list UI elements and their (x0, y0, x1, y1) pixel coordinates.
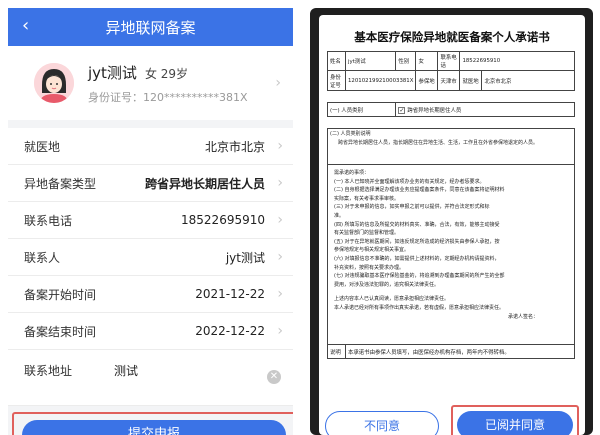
region-label: 参保地 (415, 70, 439, 91)
row-label: 联系人 (24, 250, 61, 265)
section-b-text: 跨省异地长期居住人员，指长期居住在异地生活、生活，工作且在外省参保地退定的人员。 (338, 139, 539, 146)
chevron-right-icon: › (277, 323, 283, 339)
chevron-right-icon: › (275, 75, 281, 91)
right-phone-screen: 基本医疗保险异地就医备案个人承诺书 姓名 jyt测试 性别 女 联系电话 185… (310, 8, 593, 435)
row-end-date[interactable]: 备案结束时间 2022-12-22 › (8, 313, 293, 350)
promise-line: (五) 对于在异地就医期间，如违反规定所造成的经济损失由参保人承担，按 (334, 238, 500, 245)
row-value: 北京市北京 (204, 139, 265, 154)
closing-line: 本人承诺已经对所有事项作出真实承诺，若有虚假，愿意承担相应法律责任。 (334, 304, 505, 311)
id-label: 身份证号 (327, 70, 346, 91)
section-b-label: (二) 人员类别说明 (330, 131, 371, 137)
promise-line: 费用，对涉及违法犯罪的，追究相关法律责任。 (334, 281, 440, 288)
row-label: 备案结束时间 (24, 324, 97, 339)
document-title: 基本医疗保险异地就医备案个人承诺书 (354, 30, 550, 44)
section-a-option[interactable]: ✓ 跨省异地长期居住人员 (395, 102, 575, 117)
row-treatment-place[interactable]: 就医地 北京市北京 › (8, 128, 293, 165)
agree-highlight: 已阅并同意 (451, 405, 579, 435)
promise-line: (三) 对于未申报的信息，如实申报之前可以提供，并符合法定形式和标 (334, 204, 490, 211)
left-phone-screen: ‹ 异地联网备案 jyt测试 女 29岁 身份证号：120**********3… (8, 8, 293, 435)
promise-line: (六) 对填报信息不准确的，如需提供上述材料的，定期经办机构请提资料， (334, 255, 500, 262)
gender-value: 女 (415, 51, 439, 71)
submit-highlight: 提交申报 (12, 412, 293, 435)
name-label: 姓名 (327, 51, 346, 71)
row-value: jyt测试 (225, 250, 265, 265)
id-label: 身份证号： (88, 90, 143, 104)
promise-document: 基本医疗保险异地就医备案个人承诺书 姓名 jyt测试 性别 女 联系电话 185… (319, 15, 585, 435)
promise-line: 实际案，有关考事求事审核。 (334, 195, 400, 202)
row-value: 18522695910 (181, 213, 265, 227)
profile-card[interactable]: jyt测试 女 29岁 身份证号：120**********381X › (8, 46, 293, 120)
promise-table: 姓名 jyt测试 性别 女 联系电话 18522695910 身份证号 1201… (326, 51, 575, 359)
promise-line: 准。 (334, 212, 345, 219)
address-input[interactable]: 测试 (114, 362, 138, 379)
row-label: 联系电话 (24, 213, 73, 228)
row-label: 联系地址 (24, 364, 73, 378)
row-label: 异地备案类型 (24, 176, 97, 191)
row-contact-address[interactable]: 联系地址 测试 ✕ (8, 350, 293, 406)
avatar (34, 63, 74, 103)
chevron-right-icon: › (277, 212, 283, 228)
name-value: jyt测试 (344, 51, 397, 71)
gender-label: 性别 (395, 51, 417, 71)
checkbox-checked-icon[interactable]: ✓ (398, 106, 406, 114)
closing-line: 上述内容本人已认真阅读，愿意承担相应法律责任。 (334, 296, 450, 303)
page-title: 异地联网备案 (105, 18, 196, 37)
promise-line: (四) 所填写的信息及所提交的材料真实、准确，合法，有效，能够主动接受 (334, 221, 500, 228)
submit-button[interactable]: 提交申报 (22, 420, 286, 435)
promise-line: 补充资料，按照有关要求办理。 (334, 264, 405, 271)
row-contact-person[interactable]: 联系人 jyt测试 › (8, 239, 293, 276)
footer-text: 本承诺书由参保人员填写，由医保经办机构存档，两年内不得转档。 (345, 344, 575, 359)
promise-line: 参保地规定与相关规定相关事宜。 (334, 247, 410, 254)
id-number: 120**********381X (143, 90, 248, 104)
row-value: 2021-12-22 (195, 287, 265, 301)
row-label: 备案开始时间 (24, 287, 97, 302)
promise-line: 有关监督部门的监督和管理。 (334, 230, 400, 237)
region-value: 天津市 (437, 70, 461, 91)
section-a-label: (一) 人员类别 (326, 102, 397, 117)
header-bar: ‹ 异地联网备案 (8, 8, 293, 46)
row-start-date[interactable]: 备案开始时间 2021-12-22 › (8, 276, 293, 313)
chevron-right-icon: › (277, 286, 283, 302)
promise-line: (二) 自身根据选择满足办理该业务应提理备案条件，同意在该备案将证明材料 (334, 187, 505, 194)
phone-value: 18522695910 (459, 51, 575, 71)
agree-button[interactable]: 已阅并同意 (457, 411, 573, 435)
signature-label: 承诺人签名： (507, 313, 538, 320)
action-bar: 不同意 已阅并同意 (319, 405, 585, 435)
place-label: 就医地 (459, 70, 483, 91)
promise-line: (一) 本人已知晓并全面理解该项办业务的有关规定，经办者惩要求。 (334, 178, 485, 185)
place-value: 北京市北京 (481, 70, 575, 91)
chevron-right-icon: › (277, 138, 283, 154)
promise-line: (七) 对违规骗取基本医疗保险基金的，将追溯到办理备案期间的所产生的全部 (334, 273, 505, 280)
clear-icon[interactable]: ✕ (267, 370, 281, 384)
phone-label: 联系电话 (437, 51, 461, 71)
filing-form: 就医地 北京市北京 › 异地备案类型 跨省异地长期居住人员 › 联系电话 185… (8, 128, 293, 406)
row-contact-phone[interactable]: 联系电话 18522695910 › (8, 202, 293, 239)
profile-gender-age: 女 29岁 (144, 66, 189, 81)
row-filing-type[interactable]: 异地备案类型 跨省异地长期居住人员 › (8, 165, 293, 202)
chevron-right-icon: › (277, 249, 283, 265)
promise-title: 需承诺的事项： (334, 170, 370, 176)
chevron-right-icon: › (277, 175, 283, 191)
footer-label: 说明 (327, 344, 346, 359)
chevron-left-icon[interactable]: ‹ (22, 15, 29, 36)
disagree-button[interactable]: 不同意 (325, 411, 439, 435)
row-value: 2022-12-22 (195, 324, 265, 338)
row-value: 跨省异地长期居住人员 (144, 176, 265, 191)
id-value: 120102199210003381X (344, 70, 417, 91)
profile-name: jyt测试 (88, 63, 137, 82)
row-label: 就医地 (24, 139, 61, 154)
